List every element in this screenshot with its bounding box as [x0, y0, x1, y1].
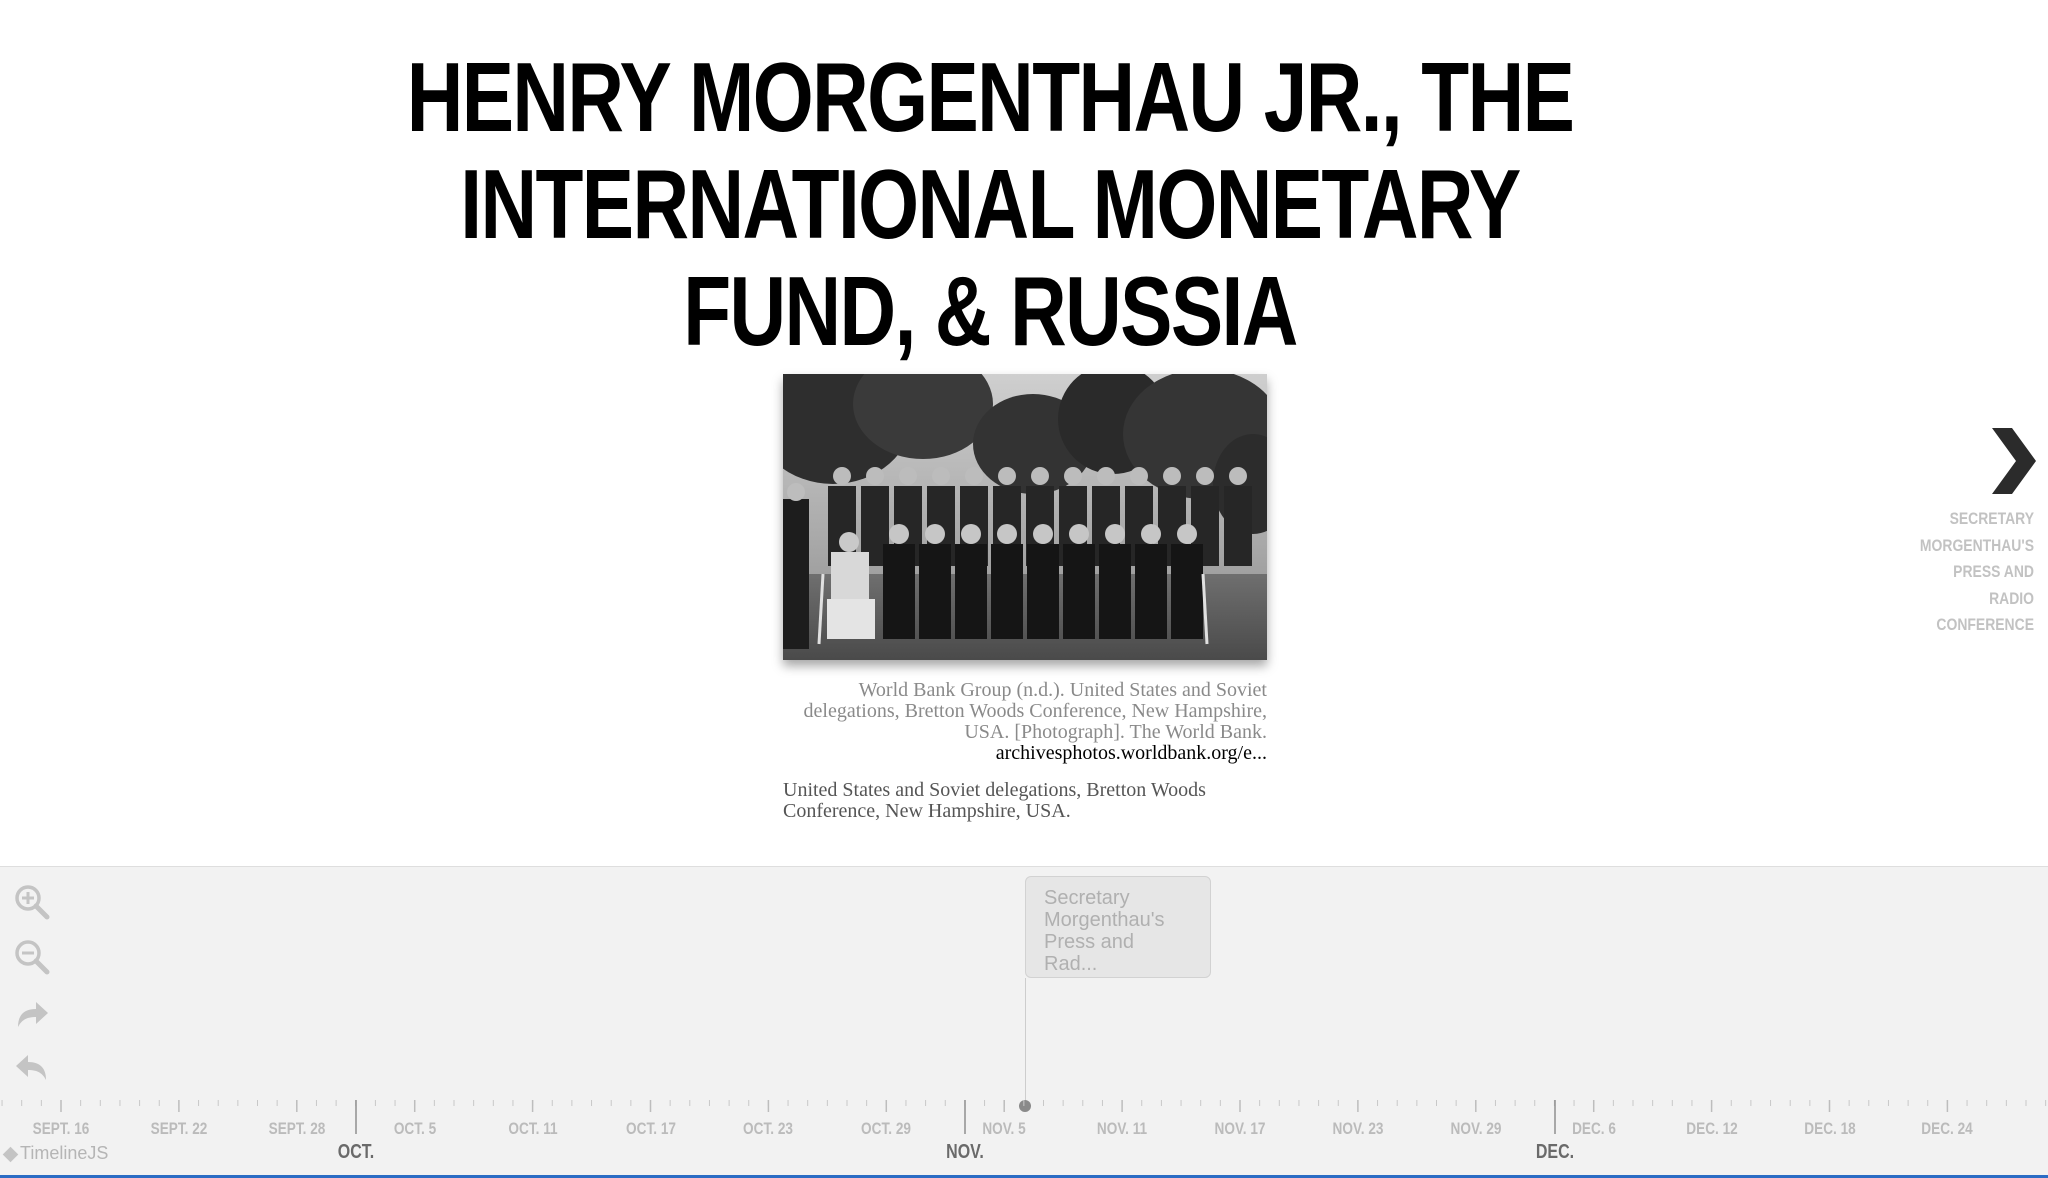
- timeline-week-label: NOV. 11: [1097, 1119, 1148, 1138]
- timeline-week-label: DEC. 6: [1571, 1119, 1616, 1138]
- next-slide-button[interactable]: SECRETARY MORGENTHAU'S PRESS AND RADIO C…: [1890, 420, 2048, 634]
- photo-figure-head: [889, 524, 909, 544]
- photo-figure-head: [965, 467, 983, 485]
- redo-arrow-icon[interactable]: [12, 993, 52, 1033]
- photo-figure-head: [866, 467, 884, 485]
- photo-figure-head: [1031, 467, 1049, 485]
- photo-figure-head: [1033, 524, 1053, 544]
- photo-figure-head: [998, 467, 1016, 485]
- timeline-axis: SEPT. 16 SEPT. 22 SEPT. 28 OCT. 5 OCT. 11 OCT…: [0, 1100, 2048, 1177]
- photo-figure-head: [899, 467, 917, 485]
- photo-figure-head: [833, 467, 851, 485]
- timeline-week-label: NOV. 29: [1450, 1119, 1502, 1138]
- group-photo-image: [783, 374, 1267, 660]
- photo-figure-seated: [1135, 544, 1167, 639]
- photo-figure-head: [1196, 467, 1214, 485]
- timelinejs-brand-text[interactable]: TimelineJS: [20, 1143, 108, 1163]
- zoom-out-button[interactable]: [12, 937, 52, 977]
- photo-source-link[interactable]: archivesphotos.worldbank.org/e...: [783, 743, 1267, 764]
- timeline-month-label: OCT.: [337, 1141, 375, 1163]
- timeline-week-label: OCT. 5: [393, 1119, 436, 1138]
- timeline-week-label: NOV. 23: [1332, 1119, 1384, 1138]
- timeline-week-label: OCT. 17: [625, 1119, 676, 1138]
- photo-figure-head: [932, 467, 950, 485]
- photo-figure-seated: [1027, 544, 1059, 639]
- timeline-week-label: SEPT. 16: [32, 1119, 90, 1138]
- timelinejs-brand-link[interactable]: TimelineJS: [2, 1143, 108, 1164]
- photo-figure-head: [925, 524, 945, 544]
- timeline-week-label: DEC. 12: [1685, 1119, 1738, 1138]
- timeline-week-label: OCT. 11: [508, 1119, 558, 1138]
- slide-title: HENRY MORGENTHAU JR., THE INTERNATIONAL …: [406, 42, 1575, 366]
- photo-caption: United States and Soviet delegations, Br…: [783, 779, 1206, 822]
- photo-figure-standing: [1224, 486, 1252, 566]
- photo-figure-head: [1097, 467, 1115, 485]
- forward-button[interactable]: [12, 993, 52, 1033]
- zoom-in-icon[interactable]: [12, 882, 52, 922]
- timeline-event-marker-text[interactable]: Secretary Morgenthau's Press and Rad...: [1044, 887, 1192, 975]
- timeline-week-label: DEC. 24: [1921, 1119, 1974, 1138]
- timeline-week-label: OCT. 29: [861, 1119, 912, 1138]
- photo-figure-head: [997, 524, 1017, 544]
- zoom-out-icon[interactable]: [12, 937, 52, 977]
- undo-arrow-icon[interactable]: [12, 1046, 52, 1086]
- photo-figure-seated: [883, 544, 915, 639]
- photo-credit-text: World Bank Group (n.d.). United States a…: [803, 679, 1267, 743]
- next-slide-label[interactable]: SECRETARY MORGENTHAU'S PRESS AND RADIO C…: [1911, 506, 2034, 639]
- timeline-event-marker[interactable]: Secretary Morgenthau's Press and Rad...: [1025, 876, 1211, 978]
- photo-figure-head: [1064, 467, 1082, 485]
- timeline-month-label: NOV.: [946, 1141, 984, 1163]
- timeline-month-label: DEC.: [1535, 1141, 1575, 1163]
- photo-figure-seated: [919, 544, 951, 639]
- photo-figure-seated: [1063, 544, 1095, 639]
- photo-figure-head: [1069, 524, 1089, 544]
- photo-figure-head: [1130, 467, 1148, 485]
- timeline-week-label: OCT. 23: [743, 1119, 794, 1138]
- timeline-week-label: NOV. 5: [982, 1119, 1026, 1138]
- photo-figure-seated: [1171, 544, 1203, 639]
- photo-credit: World Bank Group (n.d.). United States a…: [783, 680, 1267, 764]
- photo-figure-seated: [1099, 544, 1131, 639]
- chevron-right-icon[interactable]: [1988, 426, 2038, 496]
- photo-figure-seated: [955, 544, 987, 639]
- back-to-start-button[interactable]: [12, 1046, 52, 1086]
- photo-figure-head: [1163, 467, 1181, 485]
- timeline-week-label: SEPT. 28: [268, 1119, 326, 1138]
- timeline-week-label: NOV. 17: [1214, 1119, 1266, 1138]
- timeline-week-label: SEPT. 22: [150, 1119, 208, 1138]
- zoom-in-button[interactable]: [12, 882, 52, 922]
- timeline-week-label: DEC. 18: [1803, 1119, 1856, 1138]
- photo-figure-head: [961, 524, 981, 544]
- slide-panel: HENRY MORGENTHAU JR., THE INTERNATIONAL …: [0, 0, 2048, 866]
- photo-figure-head: [1229, 467, 1247, 485]
- photo-figure-head: [1177, 524, 1197, 544]
- timelinejs-logo-icon: [2, 1146, 19, 1163]
- slide-photo: [783, 374, 1267, 660]
- photo-figure-head: [1141, 524, 1161, 544]
- photo-figure-seated: [991, 544, 1023, 639]
- photo-figure-head: [1105, 524, 1125, 544]
- timeline-marker-line: [1025, 978, 1026, 1104]
